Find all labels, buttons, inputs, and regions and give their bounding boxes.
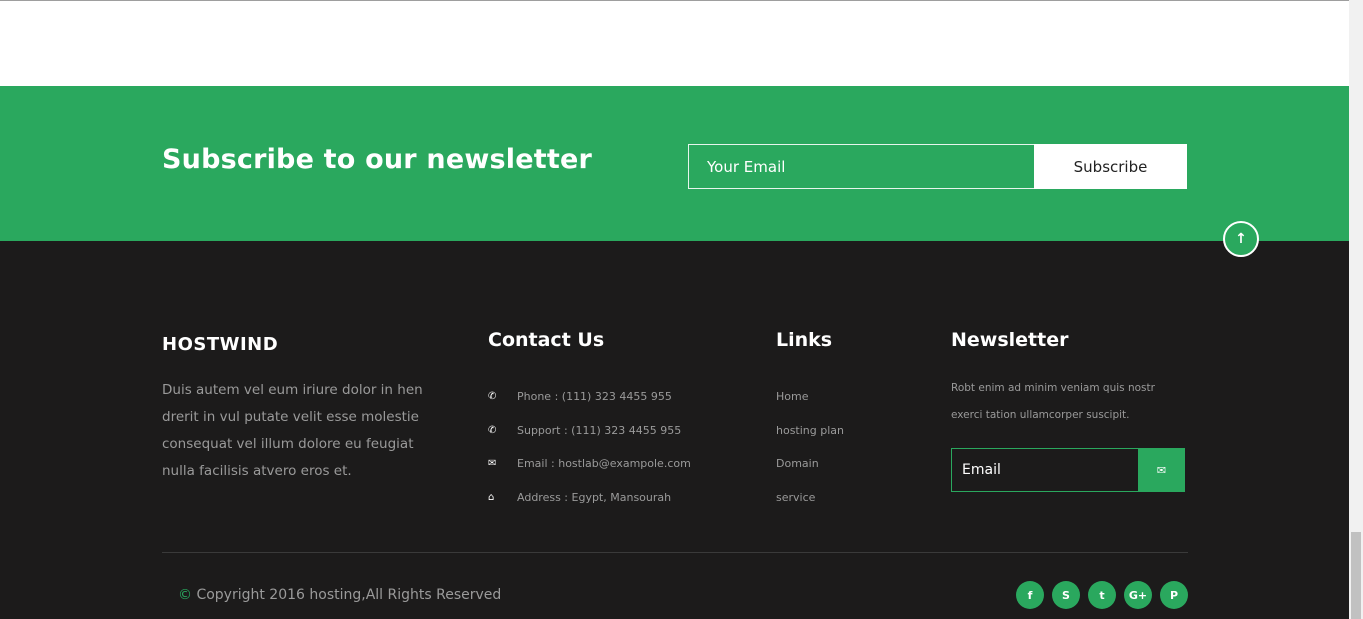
arrow-up-icon: ↑ [1235,231,1247,247]
link-home[interactable]: Home [776,380,844,414]
send-icon: ✉ [1156,463,1167,477]
footer: HOSTWIND Duis autem vel eum iriure dolor… [0,241,1349,619]
contact-item-text: Support : (111) 323 4455 955 [517,423,682,437]
phone-icon: ✆ [488,391,497,403]
page: Subscribe to our newsletter Subscribe ↑ … [0,0,1363,619]
contact-item-support: ✆ Support : (111) 323 4455 955 [488,414,691,448]
links-title: Links [776,329,833,351]
twitter-icon[interactable]: t [1088,581,1116,609]
subscribe-button[interactable]: Subscribe [1034,144,1187,189]
subscribe-title: Subscribe to our newsletter [162,144,592,175]
contact-title: Contact Us [488,329,605,351]
facebook-icon[interactable]: f [1016,581,1044,609]
envelope-icon: ✉ [488,458,497,470]
contact-list: ✆ Phone : (111) 323 4455 955 ✆ Support :… [488,380,691,514]
footer-divider [162,552,1188,553]
link-domain[interactable]: Domain [776,447,844,481]
copyright-text: © Copyright 2016 hosting,All Rights Rese… [178,587,501,603]
contact-item-text: Email : hostlab@exampole.com [517,457,691,471]
contact-item-email: ✉ Email : hostlab@exampole.com [488,447,691,481]
social-links: f S t G+ P [1016,581,1188,609]
scrollbar-thumb[interactable] [1351,532,1361,619]
footer-about-text: Duis autem vel eum iriure dolor in hen d… [162,382,423,479]
link-hosting-plan[interactable]: hosting plan [776,414,844,448]
google-plus-icon[interactable]: G+ [1124,581,1152,609]
skype-icon[interactable]: S [1052,581,1080,609]
subscribe-band: Subscribe to our newsletter Subscribe [0,86,1349,241]
contact-item-address: ⌂ Address : Egypt, Mansourah [488,481,691,515]
link-service[interactable]: service [776,481,844,515]
back-to-top-button[interactable]: ↑ [1223,221,1259,257]
phone-icon: ✆ [488,424,497,436]
copyright-label: Copyright 2016 hosting,All Rights Reserv… [192,587,502,603]
contact-item-text: Phone : (111) 323 4455 955 [517,390,672,404]
copyright-symbol: © [178,587,192,603]
pinterest-icon[interactable]: P [1160,581,1188,609]
home-icon: ⌂ [488,491,495,503]
footer-brand: HOSTWIND [162,334,279,355]
scrollbar[interactable] [1349,0,1363,619]
contact-item-text: Address : Egypt, Mansourah [517,490,672,504]
subscribe-email-input[interactable] [688,144,1036,189]
links-list: Home hosting plan Domain service [776,380,844,514]
newsletter-title: Newsletter [951,329,1069,351]
contact-item-phone: ✆ Phone : (111) 323 4455 955 [488,380,691,414]
newsletter-send-button[interactable]: ✉ [1138,448,1185,492]
newsletter-email-input[interactable] [951,448,1139,492]
newsletter-text: Robt enim ad minim veniam quis nostr exe… [951,382,1155,421]
content-area [0,1,1349,86]
